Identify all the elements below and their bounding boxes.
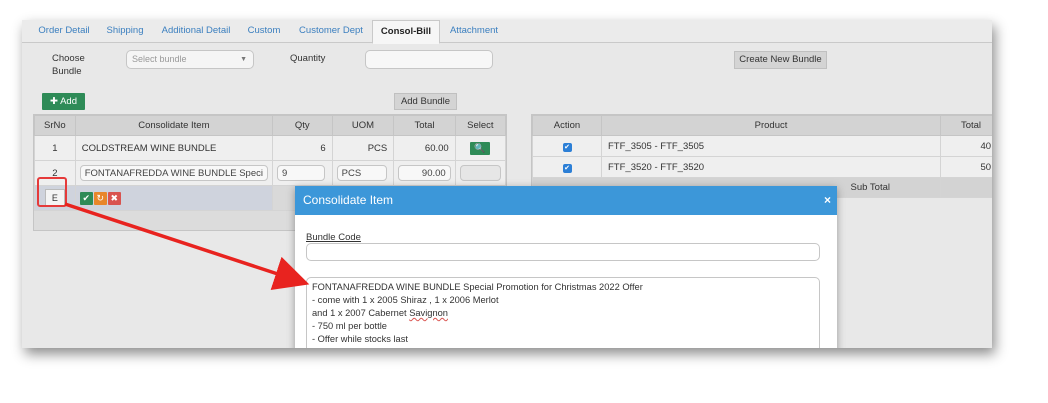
arrow-line <box>64 202 310 291</box>
annotation-arrow <box>64 202 310 291</box>
